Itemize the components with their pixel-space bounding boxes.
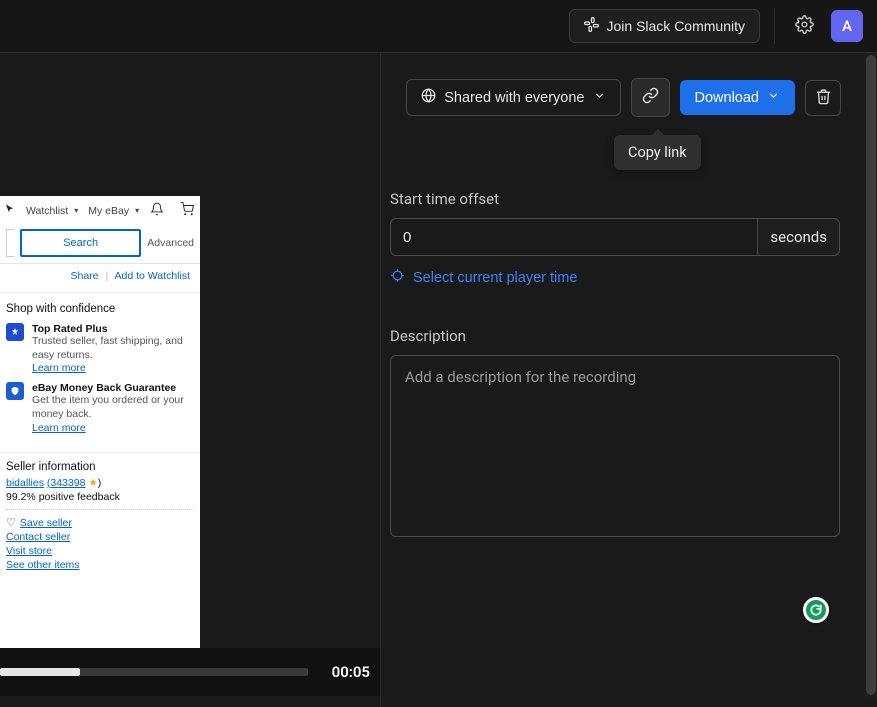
contact-seller-link[interactable]: Contact seller: [6, 531, 194, 543]
category-select-fragment[interactable]: [6, 229, 14, 257]
scrollbar[interactable]: [865, 53, 877, 698]
globe-icon: [421, 88, 436, 107]
start-offset-label: Start time offset: [390, 190, 840, 208]
top-rated-learn-link[interactable]: Learn more: [32, 362, 86, 374]
tooltip-text: Copy link: [628, 144, 687, 161]
link-icon: [642, 87, 659, 108]
seller-info-title: Seller information: [6, 461, 194, 473]
moneyback-learn-link[interactable]: Learn more: [32, 422, 86, 434]
avatar[interactable]: A: [831, 10, 863, 42]
copy-link-tooltip: Copy link: [614, 135, 701, 170]
slack-button-label: Join Slack Community: [607, 18, 746, 34]
avatar-initial: A: [842, 17, 852, 35]
myebay-nav[interactable]: My eBay▾: [88, 205, 139, 217]
advanced-search-link[interactable]: Advanced: [147, 237, 194, 249]
search-button[interactable]: Search: [20, 229, 141, 257]
other-items-link[interactable]: See other items: [6, 559, 194, 571]
cursor-icon: [4, 202, 16, 219]
share-link[interactable]: Share: [70, 270, 98, 282]
vertical-divider: [380, 53, 381, 707]
slack-icon: [584, 17, 599, 35]
progress-bar[interactable]: [0, 668, 308, 676]
description-textarea[interactable]: [390, 355, 840, 537]
moneyback-badge-icon: [6, 382, 24, 400]
download-label: Download: [695, 90, 760, 106]
select-current-time-label: Select current player time: [413, 270, 577, 286]
offset-unit-label: seconds: [757, 218, 840, 256]
watchlist-nav[interactable]: Watchlist▾: [26, 205, 78, 217]
visit-store-link[interactable]: Visit store: [6, 545, 194, 557]
moneyback-title: eBay Money Back Guarantee: [32, 382, 194, 394]
scrollbar-thumb[interactable]: [866, 55, 876, 695]
start-offset-input[interactable]: [390, 218, 757, 256]
copy-link-button[interactable]: [631, 78, 670, 117]
timecode: 00:05: [318, 663, 370, 681]
share-scope-label: Shared with everyone: [444, 90, 584, 106]
top-rated-sub: Trusted seller, fast shipping, and easy …: [32, 335, 194, 362]
seller-name-link[interactable]: bidallies: [6, 477, 44, 489]
join-slack-button[interactable]: Join Slack Community: [569, 9, 761, 43]
top-rated-title: Top Rated Plus: [32, 323, 194, 335]
topbar-divider: [774, 8, 775, 44]
moneyback-sub: Get the item you ordered or your money b…: [32, 394, 194, 421]
top-rated-badge-icon: [6, 323, 24, 341]
select-current-time-button[interactable]: Select current player time: [390, 268, 577, 287]
delete-button[interactable]: [805, 80, 841, 116]
chevron-down-icon: [593, 89, 606, 106]
player-bar: 00:05: [0, 648, 380, 696]
recording-preview: Watchlist▾ My eBay▾ Search Advanced Shar…: [0, 196, 200, 648]
grammarly-badge[interactable]: [803, 597, 829, 623]
star-icon: ★: [88, 477, 97, 489]
heart-icon: ♡: [6, 517, 16, 529]
share-scope-button[interactable]: Shared with everyone: [406, 79, 620, 116]
bell-icon[interactable]: [150, 202, 164, 219]
seller-feedback: 99.2% positive feedback: [6, 491, 194, 503]
add-watchlist-link[interactable]: Add to Watchlist: [115, 270, 190, 282]
settings-button[interactable]: [789, 11, 819, 41]
trash-icon: [815, 88, 832, 108]
cart-icon[interactable]: [180, 202, 194, 219]
progress-fill: [0, 668, 80, 676]
crosshair-icon: [390, 268, 405, 287]
gear-icon: [795, 15, 814, 38]
chevron-down-icon: [767, 89, 780, 106]
download-button[interactable]: Download: [680, 80, 796, 115]
save-seller-link[interactable]: Save seller: [20, 517, 72, 529]
shop-confidence-title: Shop with confidence: [6, 303, 194, 315]
seller-count[interactable]: (343398: [47, 477, 86, 489]
description-label: Description: [390, 327, 840, 345]
